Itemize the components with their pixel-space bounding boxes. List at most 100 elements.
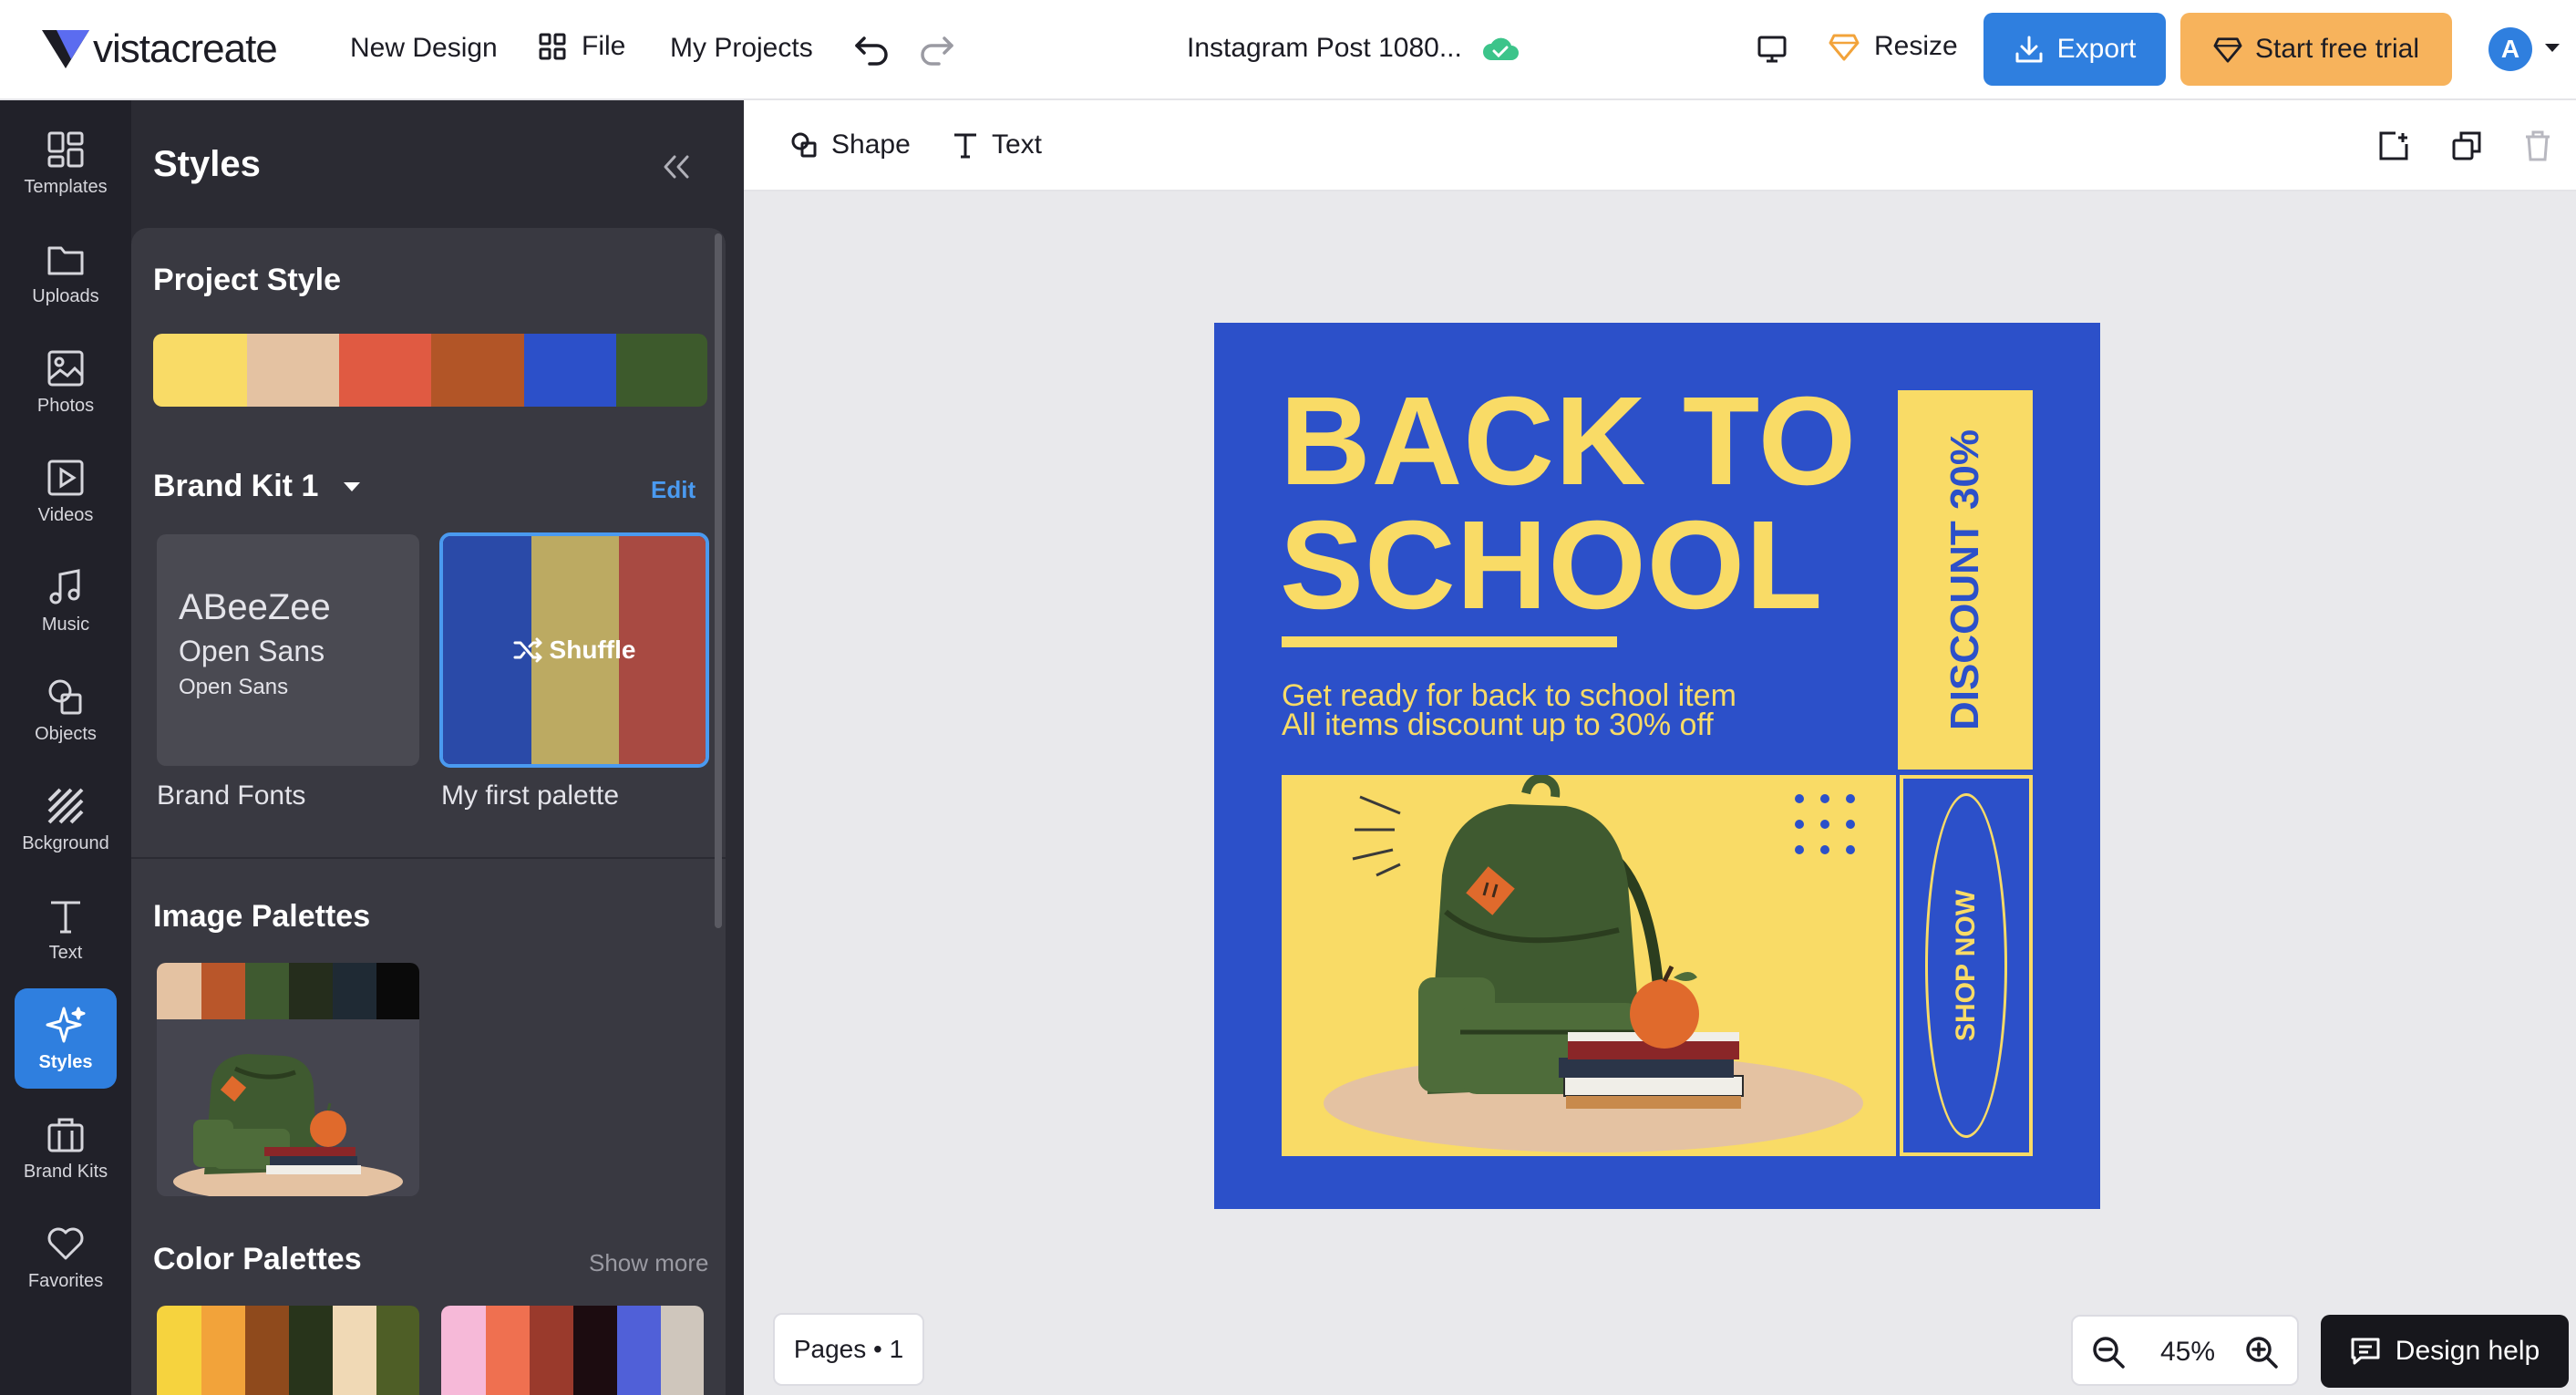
rail-item-brand-kits[interactable]: Brand Kits xyxy=(15,1098,117,1198)
duplicate-icon[interactable] xyxy=(2450,129,2483,162)
pages-label: Pages • 1 xyxy=(793,1335,904,1363)
brand-palette-caption: My first palette xyxy=(441,780,620,811)
brand-font-primary: ABeeZee xyxy=(179,587,331,627)
image-palette-colors xyxy=(157,963,419,1019)
image-palette-swatch xyxy=(288,963,333,1019)
shape-tool-button[interactable]: Shape xyxy=(789,129,911,160)
palette-color-swatch xyxy=(485,1306,530,1395)
rail-item-uploads[interactable]: Uploads xyxy=(15,222,117,323)
palette-color-swatch xyxy=(376,1306,419,1395)
rail-item-favorites[interactable]: Favorites xyxy=(15,1207,117,1307)
download-icon xyxy=(2015,36,2043,63)
pages-button[interactable]: Pages • 1 xyxy=(773,1313,924,1386)
rail-item-text[interactable]: Text xyxy=(15,879,117,979)
design-subtitle-line2[interactable]: All items discount up to 30% off xyxy=(1282,709,1714,740)
brand-kit-selector[interactable]: Brand Kit 1 xyxy=(153,469,362,504)
shape-label: Shape xyxy=(831,129,911,160)
avatar[interactable]: A xyxy=(2488,27,2532,71)
project-color-swatch xyxy=(614,334,707,407)
brand-fonts-caption: Brand Fonts xyxy=(157,780,306,811)
zoom-in-icon[interactable] xyxy=(2244,1335,2279,1369)
briefcase-icon xyxy=(47,1118,84,1152)
rail-item-background[interactable]: Bckground xyxy=(15,770,117,870)
illustration-panel[interactable] xyxy=(1282,775,1896,1156)
design-headline-line1[interactable]: BACK TO xyxy=(1280,377,1857,505)
diamond-icon xyxy=(2213,37,2242,63)
resize-button[interactable]: Resize xyxy=(1829,31,1958,62)
trash-icon[interactable] xyxy=(2523,129,2552,162)
text-icon xyxy=(954,133,976,159)
image-palette-swatch xyxy=(157,963,201,1019)
brand-fonts-card[interactable]: ABeeZee Open Sans Open Sans xyxy=(157,534,419,766)
logo[interactable]: vistacreate xyxy=(40,22,278,77)
image-palette-swatch xyxy=(201,963,245,1019)
present-icon[interactable] xyxy=(1756,33,1788,66)
palette-color-swatch xyxy=(572,1306,617,1395)
rail-label: Uploads xyxy=(32,286,99,306)
rail-label: Favorites xyxy=(27,1271,104,1291)
rail-label: Brand Kits xyxy=(23,1162,108,1182)
design-subtitle-line1[interactable]: Get ready for back to school item xyxy=(1282,680,1736,711)
shuffle-icon xyxy=(513,637,542,663)
design-headline-line2[interactable]: SCHOOL xyxy=(1280,501,1823,629)
rail-item-objects[interactable]: Objects xyxy=(15,660,117,760)
rail-item-styles[interactable]: Styles xyxy=(15,988,117,1089)
file-menu[interactable]: File xyxy=(538,31,625,62)
image-palette-swatch xyxy=(376,963,419,1019)
zoom-out-icon[interactable] xyxy=(2091,1335,2126,1369)
project-color-swatch xyxy=(430,334,524,407)
rail-item-templates[interactable]: Templates xyxy=(15,113,117,213)
brand-palette-card[interactable]: Shuffle xyxy=(439,532,709,768)
start-trial-button[interactable]: Start free trial xyxy=(2180,13,2452,86)
zoom-control: 45% xyxy=(2071,1315,2299,1386)
brand-font-body: Open Sans xyxy=(179,675,289,699)
styles-panel: Styles Project Style Brand Kit 1 Edit AB… xyxy=(131,100,744,1395)
redo-icon[interactable] xyxy=(919,33,955,66)
edit-brand-kit-link[interactable]: Edit xyxy=(651,476,696,504)
project-style-palette[interactable] xyxy=(153,334,707,407)
shuffle-overlay[interactable]: Shuffle xyxy=(443,536,706,764)
color-palette-card[interactable] xyxy=(441,1306,704,1395)
rail-item-photos[interactable]: Photos xyxy=(15,332,117,432)
export-button[interactable]: Export xyxy=(1984,13,2166,86)
design-underline[interactable] xyxy=(1282,636,1617,647)
chevron-down-icon[interactable] xyxy=(2543,42,2561,55)
document-title[interactable]: Instagram Post 1080... xyxy=(1187,33,1462,64)
image-palettes-title: Image Palettes xyxy=(153,899,371,934)
palette-color-swatch xyxy=(660,1306,704,1395)
brand-font-secondary: Open Sans xyxy=(179,635,325,667)
panel-scrollbar[interactable] xyxy=(715,233,722,928)
palette-color-swatch xyxy=(332,1306,376,1395)
panel-title: Styles xyxy=(153,144,261,184)
rail-item-videos[interactable]: Videos xyxy=(15,441,117,542)
palette-color-swatch xyxy=(201,1306,245,1395)
text-tool-button[interactable]: Text xyxy=(952,129,1042,160)
palette-color-swatch xyxy=(616,1306,661,1395)
shop-now-button[interactable]: SHOP NOW xyxy=(1925,793,2007,1138)
image-palette-swatch xyxy=(244,963,289,1019)
my-projects-button[interactable]: My Projects xyxy=(670,33,813,64)
logo-text: vistacreate xyxy=(93,26,278,71)
show-more-link[interactable]: Show more xyxy=(589,1249,709,1277)
heart-icon xyxy=(47,1227,84,1260)
rail-label: Styles xyxy=(38,1052,93,1072)
new-design-button[interactable]: New Design xyxy=(350,33,498,64)
add-page-icon[interactable] xyxy=(2377,129,2410,162)
shuffle-label: Shuffle xyxy=(549,636,636,664)
image-palette-card[interactable] xyxy=(157,963,419,1196)
design-canvas[interactable]: BACK TO SCHOOL Get ready for back to sch… xyxy=(1214,323,2100,1209)
collapse-panel-icon[interactable] xyxy=(660,153,693,181)
shop-now-text: SHOP NOW xyxy=(1951,889,1981,1042)
top-bar: vistacreate New Design File My Projects … xyxy=(0,0,2576,100)
start-trial-label: Start free trial xyxy=(2254,34,2420,64)
undo-icon[interactable] xyxy=(853,33,890,66)
styles-scroll-area: Project Style Brand Kit 1 Edit ABeeZee O… xyxy=(131,228,726,1395)
design-help-button[interactable]: Design help xyxy=(2321,1315,2569,1388)
color-palette-card[interactable] xyxy=(157,1306,419,1395)
rail-item-music[interactable]: Music xyxy=(15,551,117,651)
palette-color-swatch xyxy=(157,1306,201,1395)
rail-label: Music xyxy=(41,615,90,635)
discount-banner[interactable]: DISCOUNT 30% xyxy=(1898,390,2033,770)
zoom-value[interactable]: 45% xyxy=(2160,1337,2215,1368)
file-label: File xyxy=(582,31,626,61)
